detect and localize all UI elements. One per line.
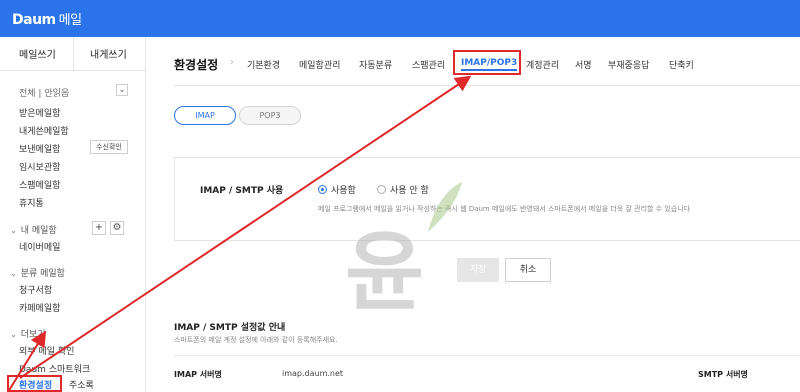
sidebar: 메일쓰기 내게쓰기 전체 | 안읽음 ⌄ 받은메일함 내게쓴메일함 보낸메일함 …: [0, 37, 146, 392]
imap-server-label: IMAP 서버명: [174, 370, 222, 379]
settings-main: 환경설정 › 기본환경 메일함관리 자동분류 스팸관리 IMAP/POP3 계정…: [147, 37, 800, 392]
folder-naver[interactable]: 네이버메일: [19, 240, 60, 253]
smtp-server-label: SMTP 서버명: [698, 370, 748, 379]
gear-icon[interactable]: ⚙: [110, 221, 124, 235]
chevron-down-icon: ⌄: [10, 330, 17, 339]
chevron-down-icon[interactable]: ⌄: [116, 84, 128, 96]
tab-shortcuts[interactable]: 단축키: [669, 58, 694, 71]
folder-cafe[interactable]: 카페메일함: [19, 301, 60, 314]
radio-label: 사용 안 함: [390, 186, 429, 196]
imap-smtp-label: IMAP / SMTP 사용: [200, 186, 284, 196]
chevron-right-icon: ›: [230, 57, 234, 68]
read-receipt-button[interactable]: 수신확인: [90, 140, 128, 154]
tab-mailbox[interactable]: 메일함관리: [299, 58, 340, 71]
folder-sent[interactable]: 보낸메일함: [19, 142, 60, 155]
cancel-button[interactable]: 취소: [505, 258, 551, 282]
external-mail-link[interactable]: 외부 메일 확인: [19, 344, 74, 357]
radio-label: 사용함: [331, 186, 356, 196]
tab-account[interactable]: 계정관리: [526, 58, 559, 71]
radio-disable[interactable]: 사용 안 함: [377, 183, 429, 196]
subtab-imap[interactable]: IMAP: [174, 106, 236, 125]
tab-auto-reply[interactable]: 부재중응답: [608, 58, 649, 71]
divider: [174, 355, 800, 356]
chevron-down-icon: ⌄: [10, 226, 17, 235]
annotation-box-tab: [453, 50, 521, 75]
my-folders-header[interactable]: ⌄ 내 메일함: [10, 223, 57, 236]
logo-text: Daum: [12, 12, 56, 28]
compose-buttons: 메일쓰기 내게쓰기: [0, 37, 146, 71]
compose-button[interactable]: 메일쓰기: [19, 46, 56, 61]
subtab-pop3[interactable]: POP3: [239, 106, 301, 125]
settings-guide-title: IMAP / SMTP 설정값 안내: [174, 323, 286, 333]
radio-selected-icon: [318, 185, 327, 194]
folder-to-me[interactable]: 내게쓴메일함: [19, 124, 69, 137]
chevron-down-icon: ⌄: [10, 269, 17, 278]
tab-auto-sort[interactable]: 자동분류: [359, 58, 392, 71]
more-header[interactable]: ⌄ 더보기: [10, 327, 46, 340]
service-name: 메일: [58, 13, 82, 28]
daum-mail-logo[interactable]: Daum 메일: [12, 9, 82, 28]
annotation-box-settings: [7, 375, 62, 392]
tab-spam[interactable]: 스팸관리: [412, 58, 445, 71]
folder-drafts[interactable]: 임시보관함: [19, 160, 60, 173]
top-bar: Daum 메일: [0, 0, 800, 37]
write-to-self-button[interactable]: 내게쓰기: [90, 46, 127, 61]
divider: [73, 37, 74, 71]
imap-settings-panel: IMAP / SMTP 사용 사용함 사용 안 함 메일 프로그램에서 메일을 …: [174, 157, 800, 241]
save-button[interactable]: 저장: [457, 258, 499, 282]
section-label: 더보기: [20, 330, 46, 340]
category-header[interactable]: ⌄ 분류 메일함: [10, 266, 65, 279]
tab-basic[interactable]: 기본환경: [247, 58, 280, 71]
folder-bills[interactable]: 청구서함: [19, 283, 52, 296]
folder-spam[interactable]: 스팸메일함: [19, 178, 60, 191]
add-folder-icon[interactable]: +: [92, 221, 106, 235]
smartwork-link[interactable]: Daum 스마트워크: [19, 362, 90, 375]
settings-guide-desc: 스마트폰의 메일 계정 설정에 아래와 같이 등록해주세요.: [174, 336, 338, 344]
address-book-link[interactable]: 주소록: [69, 378, 94, 391]
folder-inbox[interactable]: 받은메일함: [19, 106, 60, 119]
mail-filter[interactable]: 전체 | 안읽음: [19, 86, 69, 99]
imap-server-value: imap.daum.net: [282, 369, 344, 378]
section-label: 내 메일함: [20, 226, 57, 236]
folder-trash[interactable]: 휴지통: [19, 196, 44, 209]
panel-description: 메일 프로그램에서 메일을 읽거나 작성하는 즉시 웹 Daum 메일에도 반영…: [318, 205, 691, 213]
section-label: 분류 메일함: [20, 269, 65, 279]
tab-signature[interactable]: 서명: [575, 58, 592, 71]
radio-empty-icon: [377, 185, 386, 194]
divider: [174, 85, 800, 86]
radio-enable[interactable]: 사용함: [318, 183, 356, 196]
page-title: 환경설정: [174, 58, 219, 72]
